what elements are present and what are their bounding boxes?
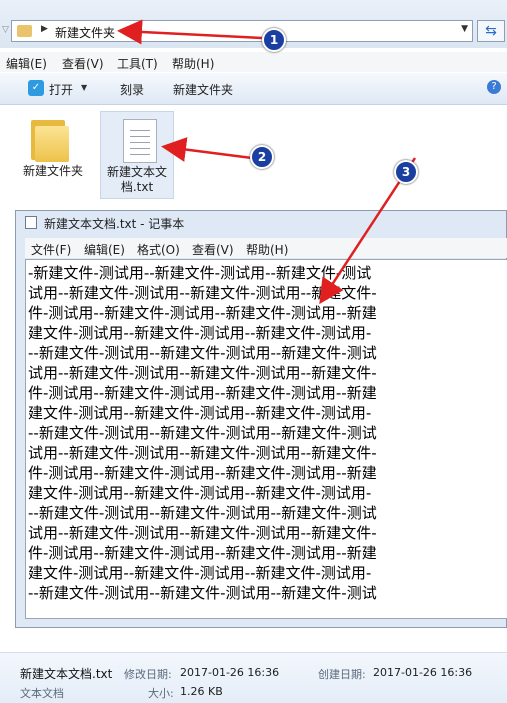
annotation-arrows xyxy=(117,19,417,305)
arrow-2 xyxy=(161,137,253,162)
annotation-badge-1: 1 xyxy=(262,28,286,52)
annotation-badge-2: 2 xyxy=(250,145,274,169)
arrow-1 xyxy=(117,19,263,45)
annotation-badge-3: 3 xyxy=(394,160,418,184)
